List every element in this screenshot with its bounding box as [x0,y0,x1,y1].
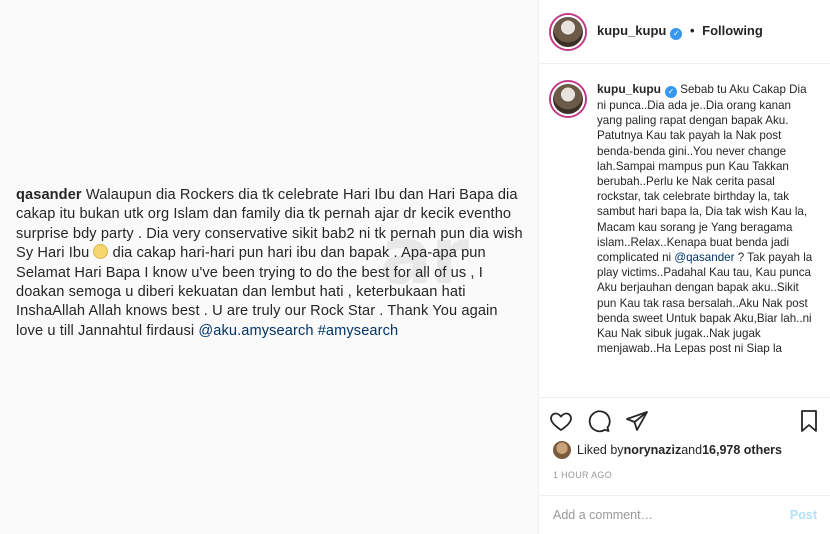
post-timestamp[interactable]: 1 HOUR AGO [553,470,612,480]
media-comment-text: qasander Walaupun dia Rockers dia tk cel… [16,186,526,341]
share-icon[interactable] [625,409,649,433]
post-side-panel: kupu_kupu ✓ • Following kupu_kupu ✓ Sebab … [538,0,830,534]
verified-badge-icon: ✓ [670,28,683,40]
action-bar [539,397,830,443]
caption-mention-link[interactable]: @qasander [674,251,734,264]
media-tag-mention: @aku.amysearch [198,322,314,339]
caption-verified-badge-icon: ✓ [665,86,678,98]
smile-emoji-icon [93,244,109,260]
comment-icon[interactable] [587,409,611,433]
author-avatar[interactable] [551,14,585,49]
caption-body-1: Sebab tu Aku Cakap Dia ni punca..Dia ada… [597,83,808,265]
heart-icon[interactable] [549,409,573,433]
caption-username[interactable]: kupu_kupu [597,82,661,96]
post-media[interactable]: ar qasander Walaupun dia Rockers dia tk … [0,0,538,534]
media-comment-user: qasander [16,187,82,203]
header-separator: • [689,23,695,38]
caption-text: kupu_kupu ✓ Sebab tu Aku Cakap Dia ni pun… [597,82,817,396]
caption-section[interactable]: kupu_kupu ✓ Sebab tu Aku Cakap Dia ni pun… [539,64,830,396]
likes-prefix: Liked by [577,443,624,457]
likes-summary: Liked by norynaziz and 16,978 others [553,441,782,459]
following-button[interactable]: Following [702,23,763,38]
likes-middle: and [681,443,703,457]
caption-body-2: ? Tak payah la play victims..Padahal Kau… [597,251,813,356]
comment-form: Post [539,495,830,534]
caption-avatar[interactable] [551,82,585,116]
author-username[interactable]: kupu_kupu [597,23,666,38]
media-tag-hashtag: #amysearch [317,322,399,339]
liker-username[interactable]: norynaziz [624,443,682,457]
post-header: kupu_kupu ✓ • Following [539,0,830,64]
likes-count-link[interactable]: 16,978 others [702,443,782,457]
comment-input[interactable] [553,508,790,522]
bookmark-icon[interactable] [797,409,821,433]
post-comment-button[interactable]: Post [790,508,817,522]
liker-avatar[interactable] [553,441,571,459]
